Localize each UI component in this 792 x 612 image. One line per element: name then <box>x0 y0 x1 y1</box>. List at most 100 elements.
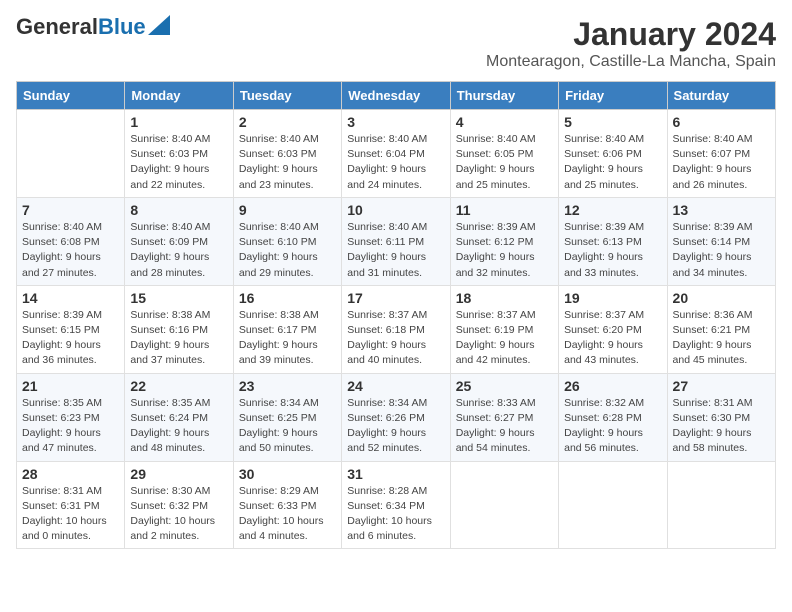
calendar-day-cell: 25 Sunrise: 8:33 AMSunset: 6:27 PMDayligh… <box>450 373 558 461</box>
calendar-day-cell: 8 Sunrise: 8:40 AMSunset: 6:09 PMDaylight… <box>125 197 233 285</box>
calendar-day-cell <box>667 461 775 549</box>
calendar-day-cell: 3 Sunrise: 8:40 AMSunset: 6:04 PMDaylight… <box>342 110 450 198</box>
calendar-header-row: Sunday Monday Tuesday Wednesday Thursday… <box>17 82 776 110</box>
calendar-week-row: 7 Sunrise: 8:40 AMSunset: 6:08 PMDaylight… <box>17 197 776 285</box>
day-number: 1 <box>130 114 227 130</box>
day-number: 25 <box>456 378 553 394</box>
location-title: Montearagon, Castille-La Mancha, Spain <box>486 53 776 71</box>
day-info: Sunrise: 8:39 AMSunset: 6:13 PMDaylight:… <box>564 220 661 281</box>
calendar-day-cell <box>17 110 125 198</box>
day-number: 28 <box>22 466 119 482</box>
calendar-day-cell: 19Sunrise: 8:37 AMSunset: 6:20 PMDayligh… <box>559 285 667 373</box>
calendar-day-cell: 22Sunrise: 8:35 AMSunset: 6:24 PMDayligh… <box>125 373 233 461</box>
calendar-day-cell: 13 Sunrise: 8:39 AMSunset: 6:14 PMDayligh… <box>667 197 775 285</box>
calendar-table: Sunday Monday Tuesday Wednesday Thursday… <box>16 81 776 549</box>
day-number: 26 <box>564 378 661 394</box>
day-info: Sunrise: 8:31 AMSunset: 6:30 PMDaylight:… <box>673 396 770 457</box>
day-info: Sunrise: 8:31 AMSunset: 6:31 PMDaylight:… <box>22 484 119 545</box>
calendar-day-cell: 29Sunrise: 8:30 AMSunset: 6:32 PMDayligh… <box>125 461 233 549</box>
day-number: 16 <box>239 290 336 306</box>
day-info: Sunrise: 8:40 AMSunset: 6:11 PMDaylight:… <box>347 220 444 281</box>
calendar-day-cell: 23Sunrise: 8:34 AMSunset: 6:25 PMDayligh… <box>233 373 341 461</box>
day-info: Sunrise: 8:40 AMSunset: 6:09 PMDaylight:… <box>130 220 227 281</box>
calendar-day-cell: 30 Sunrise: 8:29 AMSunset: 6:33 PMDayligh… <box>233 461 341 549</box>
day-info: Sunrise: 8:40 AMSunset: 6:06 PMDaylight:… <box>564 132 661 193</box>
calendar-day-cell: 15 Sunrise: 8:38 AMSunset: 6:16 PMDayligh… <box>125 285 233 373</box>
day-info: Sunrise: 8:40 AMSunset: 6:03 PMDaylight:… <box>130 132 227 193</box>
day-info: Sunrise: 8:40 AMSunset: 6:05 PMDaylight:… <box>456 132 553 193</box>
calendar-day-cell: 4Sunrise: 8:40 AMSunset: 6:05 PMDaylight… <box>450 110 558 198</box>
calendar-day-cell: 31Sunrise: 8:28 AMSunset: 6:34 PMDayligh… <box>342 461 450 549</box>
day-info: Sunrise: 8:29 AMSunset: 6:33 PMDaylight:… <box>239 484 336 545</box>
day-number: 8 <box>130 202 227 218</box>
day-number: 23 <box>239 378 336 394</box>
col-sunday: Sunday <box>17 82 125 110</box>
day-number: 2 <box>239 114 336 130</box>
col-tuesday: Tuesday <box>233 82 341 110</box>
calendar-day-cell: 9Sunrise: 8:40 AMSunset: 6:10 PMDaylight… <box>233 197 341 285</box>
day-info: Sunrise: 8:40 AMSunset: 6:10 PMDaylight:… <box>239 220 336 281</box>
day-info: Sunrise: 8:35 AMSunset: 6:24 PMDaylight:… <box>130 396 227 457</box>
month-title: January 2024 <box>486 16 776 53</box>
logo-icon <box>148 15 170 35</box>
day-number: 7 <box>22 202 119 218</box>
calendar-day-cell: 5Sunrise: 8:40 AMSunset: 6:06 PMDaylight… <box>559 110 667 198</box>
day-info: Sunrise: 8:40 AMSunset: 6:04 PMDaylight:… <box>347 132 444 193</box>
calendar-day-cell: 28 Sunrise: 8:31 AMSunset: 6:31 PMDayligh… <box>17 461 125 549</box>
calendar-day-cell: 2 Sunrise: 8:40 AMSunset: 6:03 PMDaylight… <box>233 110 341 198</box>
calendar-day-cell: 7 Sunrise: 8:40 AMSunset: 6:08 PMDaylight… <box>17 197 125 285</box>
calendar-day-cell: 17 Sunrise: 8:37 AMSunset: 6:18 PMDayligh… <box>342 285 450 373</box>
day-number: 13 <box>673 202 770 218</box>
calendar-day-cell: 16 Sunrise: 8:38 AMSunset: 6:17 PMDayligh… <box>233 285 341 373</box>
calendar-week-row: 1 Sunrise: 8:40 AMSunset: 6:03 PMDaylight… <box>17 110 776 198</box>
day-info: Sunrise: 8:37 AMSunset: 6:19 PMDaylight:… <box>456 308 553 369</box>
calendar-week-row: 14Sunrise: 8:39 AMSunset: 6:15 PMDayligh… <box>17 285 776 373</box>
calendar-day-cell: 24Sunrise: 8:34 AMSunset: 6:26 PMDayligh… <box>342 373 450 461</box>
calendar-week-row: 21 Sunrise: 8:35 AMSunset: 6:23 PMDayligh… <box>17 373 776 461</box>
day-number: 6 <box>673 114 770 130</box>
day-info: Sunrise: 8:35 AMSunset: 6:23 PMDaylight:… <box>22 396 119 457</box>
calendar-day-cell: 10 Sunrise: 8:40 AMSunset: 6:11 PMDayligh… <box>342 197 450 285</box>
day-number: 21 <box>22 378 119 394</box>
day-number: 10 <box>347 202 444 218</box>
day-info: Sunrise: 8:34 AMSunset: 6:26 PMDaylight:… <box>347 396 444 457</box>
col-friday: Friday <box>559 82 667 110</box>
logo: GeneralBlue <box>16 16 170 38</box>
day-number: 17 <box>347 290 444 306</box>
day-info: Sunrise: 8:28 AMSunset: 6:34 PMDaylight:… <box>347 484 444 545</box>
col-saturday: Saturday <box>667 82 775 110</box>
day-info: Sunrise: 8:40 AMSunset: 6:08 PMDaylight:… <box>22 220 119 281</box>
calendar-day-cell <box>559 461 667 549</box>
day-info: Sunrise: 8:38 AMSunset: 6:17 PMDaylight:… <box>239 308 336 369</box>
col-wednesday: Wednesday <box>342 82 450 110</box>
day-info: Sunrise: 8:39 AMSunset: 6:15 PMDaylight:… <box>22 308 119 369</box>
day-number: 30 <box>239 466 336 482</box>
day-number: 3 <box>347 114 444 130</box>
col-monday: Monday <box>125 82 233 110</box>
calendar-day-cell: 21 Sunrise: 8:35 AMSunset: 6:23 PMDayligh… <box>17 373 125 461</box>
calendar-day-cell: 1 Sunrise: 8:40 AMSunset: 6:03 PMDaylight… <box>125 110 233 198</box>
day-info: Sunrise: 8:39 AMSunset: 6:12 PMDaylight:… <box>456 220 553 281</box>
day-number: 20 <box>673 290 770 306</box>
calendar-day-cell: 12 Sunrise: 8:39 AMSunset: 6:13 PMDayligh… <box>559 197 667 285</box>
calendar-day-cell: 14Sunrise: 8:39 AMSunset: 6:15 PMDayligh… <box>17 285 125 373</box>
calendar-day-cell: 6 Sunrise: 8:40 AMSunset: 6:07 PMDaylight… <box>667 110 775 198</box>
day-info: Sunrise: 8:30 AMSunset: 6:32 PMDaylight:… <box>130 484 227 545</box>
day-info: Sunrise: 8:33 AMSunset: 6:27 PMDaylight:… <box>456 396 553 457</box>
calendar-day-cell: 26 Sunrise: 8:32 AMSunset: 6:28 PMDayligh… <box>559 373 667 461</box>
day-info: Sunrise: 8:38 AMSunset: 6:16 PMDaylight:… <box>130 308 227 369</box>
calendar-day-cell: 27Sunrise: 8:31 AMSunset: 6:30 PMDayligh… <box>667 373 775 461</box>
day-info: Sunrise: 8:37 AMSunset: 6:20 PMDaylight:… <box>564 308 661 369</box>
calendar-day-cell: 20Sunrise: 8:36 AMSunset: 6:21 PMDayligh… <box>667 285 775 373</box>
day-info: Sunrise: 8:37 AMSunset: 6:18 PMDaylight:… <box>347 308 444 369</box>
day-number: 12 <box>564 202 661 218</box>
day-info: Sunrise: 8:39 AMSunset: 6:14 PMDaylight:… <box>673 220 770 281</box>
logo-general-text: General <box>16 14 98 39</box>
calendar-day-cell: 11Sunrise: 8:39 AMSunset: 6:12 PMDayligh… <box>450 197 558 285</box>
day-info: Sunrise: 8:32 AMSunset: 6:28 PMDaylight:… <box>564 396 661 457</box>
calendar-day-cell: 18Sunrise: 8:37 AMSunset: 6:19 PMDayligh… <box>450 285 558 373</box>
day-info: Sunrise: 8:40 AMSunset: 6:07 PMDaylight:… <box>673 132 770 193</box>
title-area: January 2024 Montearagon, Castille-La Ma… <box>486 16 776 71</box>
day-info: Sunrise: 8:40 AMSunset: 6:03 PMDaylight:… <box>239 132 336 193</box>
day-number: 15 <box>130 290 227 306</box>
